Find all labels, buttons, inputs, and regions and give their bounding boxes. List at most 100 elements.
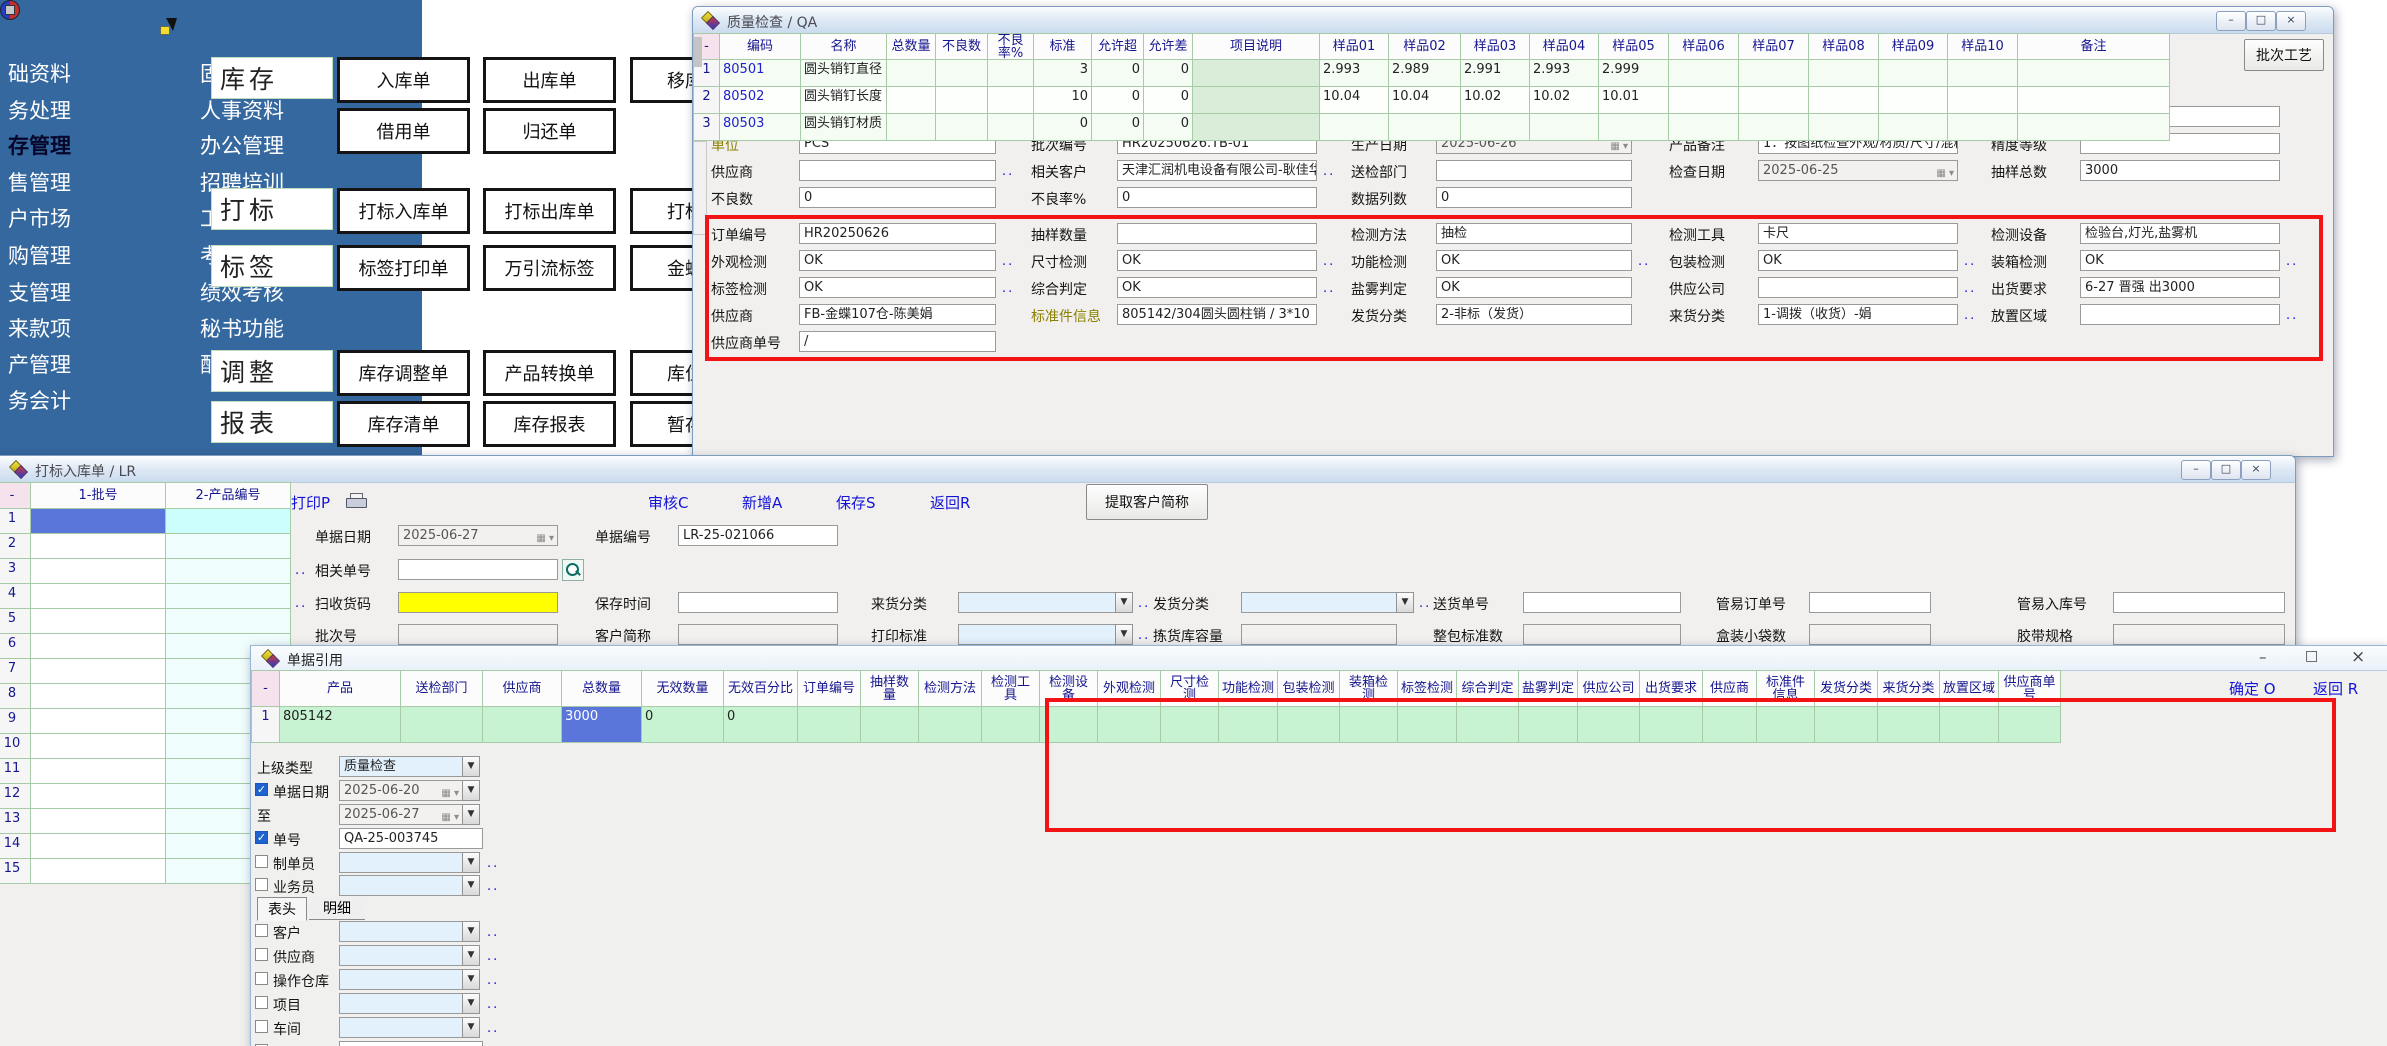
lr-toolbar-link-返回R[interactable]: 返回R: [930, 492, 970, 513]
cell[interactable]: [31, 784, 166, 809]
lr-toolbar-link-审核C[interactable]: 审核C: [648, 492, 688, 513]
panel-dropdown-button[interactable]: ▼: [462, 993, 480, 1014]
lookup-dots[interactable]: ..: [295, 563, 307, 578]
cell[interactable]: 2.991: [1461, 60, 1530, 87]
ref-close-button[interactable]: ×: [2351, 647, 2365, 667]
dropdown-button[interactable]: ▼: [1115, 624, 1133, 645]
field-胶带规格[interactable]: [2113, 624, 2285, 645]
cell[interactable]: [483, 707, 562, 743]
qa-close-button[interactable]: ×: [2276, 11, 2306, 31]
cell[interactable]: 80501: [720, 60, 801, 87]
cell[interactable]: [988, 87, 1034, 114]
cell[interactable]: 0: [1144, 87, 1193, 114]
lr-extract-customer-button[interactable]: 提取客户简称: [1086, 484, 1208, 520]
lookup-dots[interactable]: ..: [1419, 596, 1431, 611]
cell[interactable]: 2.989: [1389, 60, 1461, 87]
field-送检部门[interactable]: [1436, 160, 1632, 181]
cell[interactable]: [2018, 114, 2170, 141]
module-button-产品转换单[interactable]: 产品转换单: [483, 350, 616, 396]
module-button-借用单[interactable]: 借用单: [337, 108, 470, 154]
qa-batch-process-button[interactable]: 批次工艺: [2244, 39, 2324, 71]
cell[interactable]: [1739, 114, 1809, 141]
cell[interactable]: [1879, 114, 1948, 141]
lr-minimize-button[interactable]: –: [2181, 460, 2211, 480]
panel-dropdown-button[interactable]: ▼: [462, 1017, 480, 1038]
qa-titlebar[interactable]: 质量检查 / QA – □ ×: [693, 7, 2333, 34]
panel-field-单号[interactable]: QA-25-003745: [339, 828, 483, 849]
cell[interactable]: [798, 707, 861, 743]
cell[interactable]: [166, 534, 291, 559]
cell[interactable]: [1809, 114, 1879, 141]
cell[interactable]: [988, 114, 1034, 141]
lookup-dots[interactable]: ..: [1138, 596, 1150, 611]
cell[interactable]: [1530, 114, 1599, 141]
panel-checkbox-业务员[interactable]: [255, 878, 268, 891]
lr-close-button[interactable]: ×: [2241, 460, 2271, 480]
panel-checkbox-单据日期[interactable]: ✓: [255, 783, 268, 796]
cell[interactable]: 10.02: [1461, 87, 1530, 114]
cell[interactable]: 10: [1034, 87, 1092, 114]
cell[interactable]: 0: [1034, 114, 1092, 141]
cell[interactable]: [919, 707, 982, 743]
cell[interactable]: [31, 534, 166, 559]
field-单据日期[interactable]: 2025-06-27▦ ▾: [398, 525, 558, 546]
panel-checkbox-单号[interactable]: ✓: [255, 831, 268, 844]
cell[interactable]: 2.993: [1320, 60, 1389, 87]
cell[interactable]: 0: [1144, 60, 1193, 87]
cell[interactable]: 2.999: [1599, 60, 1669, 87]
cell[interactable]: [1809, 60, 1879, 87]
panel-dropdown-button[interactable]: ▼: [462, 875, 480, 896]
cell[interactable]: 0: [724, 707, 798, 743]
cell[interactable]: [31, 584, 166, 609]
cell[interactable]: 0: [1144, 114, 1193, 141]
panel-field-项目[interactable]: [339, 993, 463, 1014]
cell[interactable]: 10.01: [1599, 87, 1669, 114]
panel-lookup-dots[interactable]: ..: [487, 997, 499, 1012]
ref-confirm-link[interactable]: 确定 O: [2229, 678, 2276, 699]
panel-lookup-dots[interactable]: ..: [487, 1021, 499, 1036]
field-管易订单号[interactable]: [1809, 592, 1931, 613]
cell[interactable]: [887, 87, 936, 114]
cell[interactable]: 0: [1092, 87, 1144, 114]
field-数据列数[interactable]: 0: [1436, 187, 1632, 208]
cell[interactable]: [31, 509, 166, 534]
cell[interactable]: [1389, 114, 1461, 141]
ref-return-link[interactable]: 返回 R: [2313, 678, 2358, 699]
module-button-打标入库单[interactable]: 打标入库单: [337, 188, 470, 234]
module-button-库存报表[interactable]: 库存报表: [483, 401, 616, 447]
module-button-库存调整单[interactable]: 库存调整单: [337, 350, 470, 396]
field-单据编号[interactable]: LR-25-021066: [678, 525, 838, 546]
panel-dropdown-button[interactable]: ▼: [462, 780, 480, 801]
cell[interactable]: 805142: [280, 707, 401, 743]
panel-field-操作仓库[interactable]: [339, 969, 463, 990]
panel-field-至[interactable]: 2025-06-27▦ ▾: [339, 804, 463, 825]
cell[interactable]: 80503: [720, 114, 801, 141]
panel-dropdown-button[interactable]: ▼: [462, 756, 480, 777]
cell[interactable]: [31, 759, 166, 784]
cell[interactable]: [1739, 87, 1809, 114]
cell[interactable]: [936, 114, 988, 141]
calendar-icon[interactable]: ▦ ▾: [1936, 164, 1954, 181]
module-button-归还单[interactable]: 归还单: [483, 108, 616, 154]
panel-checkbox-操作仓库[interactable]: [255, 972, 268, 985]
field-保存时间[interactable]: [678, 592, 838, 613]
module-button-库存清单[interactable]: 库存清单: [337, 401, 470, 447]
cell[interactable]: [861, 707, 919, 743]
field-供应商[interactable]: [799, 160, 996, 181]
cell[interactable]: 80502: [720, 87, 801, 114]
field-批次号[interactable]: [398, 624, 558, 645]
panel-checkbox-项目[interactable]: [255, 996, 268, 1009]
cell[interactable]: 圆头销钉直径: [801, 60, 887, 87]
field-不良数[interactable]: 0: [799, 187, 996, 208]
module-button-万引流标签[interactable]: 万引流标签: [483, 245, 616, 291]
cell[interactable]: [1948, 60, 2018, 87]
cell[interactable]: [2018, 87, 2170, 114]
cell[interactable]: [1739, 60, 1809, 87]
panel-field-单据扩展[interactable]: [339, 1041, 483, 1046]
field-送货单号[interactable]: [1523, 592, 1681, 613]
cell[interactable]: [401, 707, 483, 743]
field-来货分类[interactable]: [958, 592, 1116, 613]
panel-checkbox-制单员[interactable]: [255, 855, 268, 868]
cell[interactable]: [1948, 87, 2018, 114]
cell[interactable]: 0: [642, 707, 724, 743]
